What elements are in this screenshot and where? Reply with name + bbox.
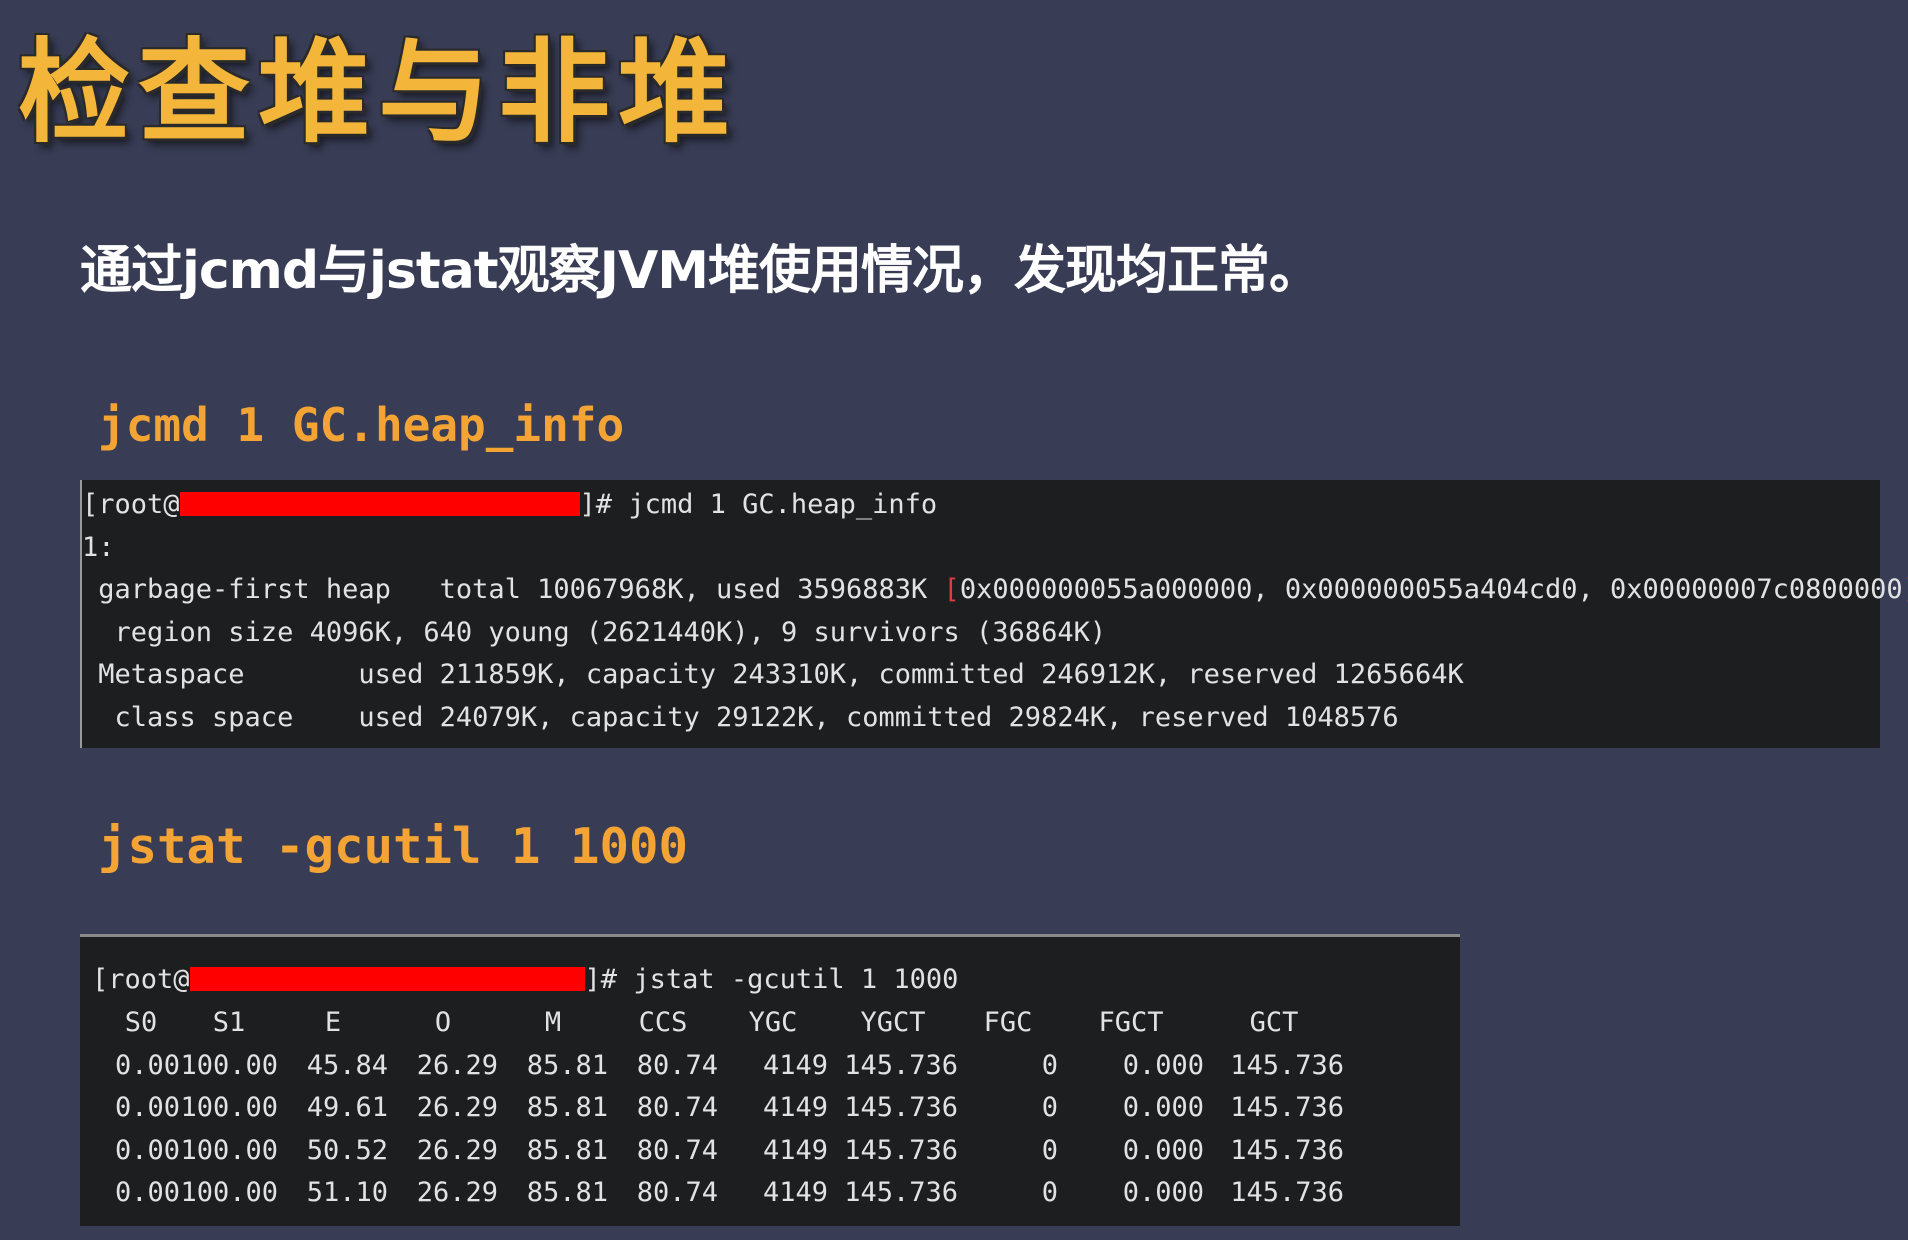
region-size-line: region size 4096K, 640 young (2621440K),… [82, 616, 1107, 648]
col-header-ccs: CCS [638, 1007, 688, 1039]
page-title: 检查堆与非堆 [18, 28, 738, 158]
cell-fgct: 0.000 [1122, 1177, 1204, 1209]
cell-e: 45.84 [306, 1049, 388, 1081]
col-header-o: O [434, 1007, 452, 1039]
jcmd-terminal-output: [root@ ]# jcmd 1 GC.heap_info 1: garbage-… [80, 480, 1908, 748]
table-row: 0.00 100.00 51.10 26.29 85.81 80.74 4149… [102, 1172, 1344, 1215]
heap-bracket-close: ) [1903, 574, 1908, 605]
prompt-command: ]# jcmd 1 GC.heap_info [579, 489, 938, 520]
gcutil-header-row: S0 S1 E O M CCS YGC YGCT FGC FGCT GCT [102, 1002, 1344, 1045]
cell-s1: 100.00 [180, 1134, 278, 1166]
cell-s0: 0.00 [114, 1177, 180, 1209]
table-row: 0.00 100.00 45.84 26.29 85.81 80.74 4149… [102, 1044, 1344, 1087]
cell-s1: 100.00 [180, 1177, 278, 1209]
prompt-prefix: [root@ [82, 489, 180, 520]
metaspace-line: Metaspace used 211859K, capacity 243310K… [82, 659, 1464, 690]
cell-s0: 0.00 [114, 1049, 180, 1081]
cell-fgct: 0.000 [1122, 1134, 1204, 1166]
cell-o: 26.29 [416, 1092, 498, 1124]
col-header-e: E [324, 1007, 342, 1039]
cell-ygc: 4149 [762, 1177, 828, 1209]
cell-gct: 145.736 [1230, 1134, 1344, 1166]
cell-fgct: 0.000 [1122, 1049, 1204, 1081]
gcutil-table: S0 S1 E O M CCS YGC YGCT FGC FGCT GCT 0.… [102, 1002, 1344, 1215]
col-header-m: M [544, 1007, 562, 1039]
cell-e: 50.52 [306, 1134, 388, 1166]
cell-fgc: 0 [1041, 1049, 1058, 1081]
cell-ygct: 145.736 [844, 1134, 958, 1166]
cell-s0: 0.00 [114, 1134, 180, 1166]
col-header-gct: GCT [1249, 1007, 1299, 1039]
cell-ygc: 4149 [762, 1092, 828, 1124]
jstat-command-heading: jstat -gcutil 1 1000 [98, 818, 689, 875]
cell-fgct: 0.000 [1122, 1092, 1204, 1124]
cell-o: 26.29 [416, 1177, 498, 1209]
table-row: 0.00 100.00 49.61 26.29 85.81 80.74 4149… [102, 1087, 1344, 1130]
cell-ccs: 80.74 [636, 1177, 718, 1209]
jstat-prompt-line: [root@ ]# jstat -gcutil 1 1000 [80, 959, 1460, 1002]
col-header-s1: S1 [212, 1007, 246, 1039]
jstat-terminal-output: [root@ ]# jstat -gcutil 1 1000 S0 S1 E O … [80, 934, 1460, 1226]
cell-ygc: 4149 [762, 1134, 828, 1166]
heap-total-line: garbage-first heap total 10067968K, used… [82, 569, 1908, 612]
cell-fgc: 0 [1041, 1134, 1058, 1166]
cell-ccs: 80.74 [636, 1049, 718, 1081]
slide-subtitle: 通过jcmd与jstat观察JVM堆使用情况，发现均正常。 [80, 241, 1321, 301]
cell-s0: 0.00 [114, 1092, 180, 1124]
cell-s1: 100.00 [180, 1092, 278, 1124]
cell-e: 49.61 [306, 1092, 388, 1124]
cell-ygc: 4149 [762, 1049, 828, 1081]
cell-ygct: 145.736 [844, 1092, 958, 1124]
col-header-fgc: FGC [983, 1007, 1033, 1039]
cell-fgc: 0 [1041, 1092, 1058, 1124]
cell-fgc: 0 [1041, 1177, 1058, 1209]
redacted-hostname [179, 491, 580, 516]
jcmd-command-heading: jcmd 1 GC.heap_info [98, 398, 625, 452]
cell-gct: 145.736 [1230, 1049, 1344, 1081]
heap-bracket-open: [ [943, 574, 960, 605]
cell-o: 26.29 [416, 1134, 498, 1166]
redacted-hostname [189, 966, 585, 991]
col-header-ygct: YGCT [860, 1007, 926, 1039]
cell-ygct: 145.736 [844, 1177, 958, 1209]
cell-m: 85.81 [526, 1134, 608, 1166]
col-header-ygc: YGC [748, 1007, 798, 1039]
class-space-line: class space used 24079K, capacity 29122K… [82, 701, 1399, 733]
cell-m: 85.81 [526, 1177, 608, 1209]
prompt-command: ]# jstat -gcutil 1 1000 [584, 964, 959, 995]
prompt-prefix: [root@ [92, 964, 190, 995]
heap-address-range: 0x000000055a000000, 0x000000055a404cd0, … [959, 574, 1903, 605]
col-header-s0: S0 [124, 1007, 158, 1039]
cell-e: 51.10 [306, 1177, 388, 1209]
cell-m: 85.81 [526, 1092, 608, 1124]
pid-line: 1: [82, 531, 115, 563]
cell-ccs: 80.74 [636, 1134, 718, 1166]
col-header-fgct: FGCT [1098, 1007, 1164, 1039]
cell-s1: 100.00 [180, 1049, 278, 1081]
cell-gct: 145.736 [1230, 1092, 1344, 1124]
cell-ygct: 145.736 [844, 1049, 958, 1081]
cell-ccs: 80.74 [636, 1092, 718, 1124]
cell-m: 85.81 [526, 1049, 608, 1081]
jcmd-prompt-line: [root@ ]# jcmd 1 GC.heap_info [82, 484, 1880, 527]
cell-gct: 145.736 [1230, 1177, 1344, 1209]
table-row: 0.00 100.00 50.52 26.29 85.81 80.74 4149… [102, 1129, 1344, 1172]
cell-o: 26.29 [416, 1049, 498, 1081]
heap-total-text: garbage-first heap total 10067968K, used… [82, 574, 944, 605]
